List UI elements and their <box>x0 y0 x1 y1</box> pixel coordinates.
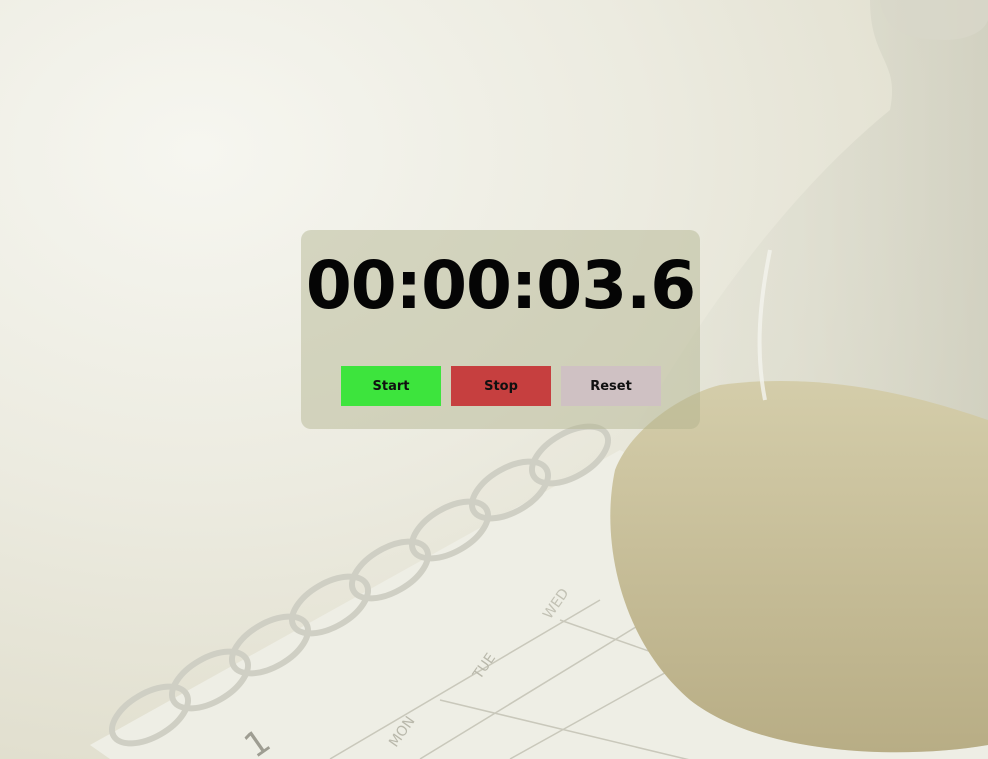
reset-button[interactable]: Reset <box>561 366 661 406</box>
page-background: MON TUE WED 1 00:00:03.6 Start Stop Rese… <box>0 0 988 759</box>
stopwatch-panel: 00:00:03.6 Start Stop Reset <box>301 230 700 429</box>
stopwatch-display: 00:00:03.6 <box>305 247 696 324</box>
stop-button[interactable]: Stop <box>451 366 551 406</box>
start-button[interactable]: Start <box>341 366 441 406</box>
